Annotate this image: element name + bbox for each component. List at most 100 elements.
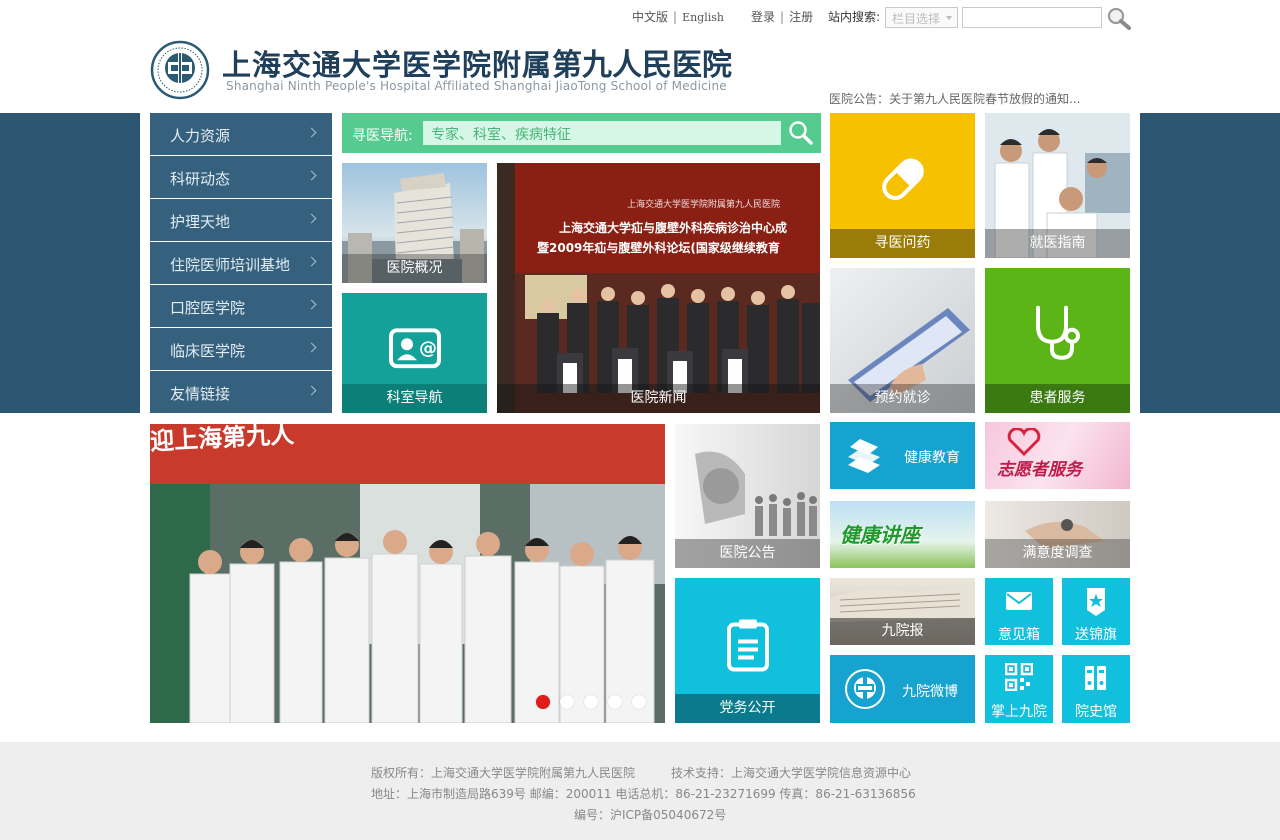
stethoscope-icon bbox=[1035, 305, 1080, 360]
register-link[interactable]: 注册 bbox=[789, 8, 813, 25]
chevron-right-icon bbox=[306, 127, 317, 138]
tile-medical-guide-label: 就医指南 bbox=[985, 229, 1130, 258]
tile-health-education[interactable]: 健康教育 bbox=[830, 422, 975, 489]
hospital-name-affiliation: 上海交通大学医学院附属 bbox=[222, 48, 553, 82]
tile-mobile[interactable]: 掌上九院 bbox=[985, 655, 1053, 723]
sidebar-item-clinical[interactable]: 临床医学院 bbox=[150, 328, 332, 370]
tile-satisfaction-survey-label: 满意度调查 bbox=[985, 539, 1130, 568]
slide-dot-1[interactable] bbox=[536, 695, 550, 709]
sidebar-item-label: 科研动态 bbox=[170, 170, 231, 188]
search-icon bbox=[1107, 7, 1131, 30]
hospital-name-main: 第九人民医院 bbox=[552, 48, 733, 83]
tile-appointment[interactable]: 预约就诊 bbox=[830, 268, 975, 413]
books-icon bbox=[848, 439, 880, 473]
chevron-right-icon bbox=[306, 256, 317, 267]
heart-icon bbox=[1007, 428, 1041, 456]
news-photo-heading-1: 上海交通大学医学院附属第九人民医院 bbox=[627, 200, 781, 210]
sidebar-item-label: 人力资源 bbox=[170, 127, 231, 145]
id-card-icon: @ bbox=[388, 328, 441, 369]
tile-send-banner-label: 送锦旗 bbox=[1075, 627, 1117, 643]
tile-volunteer[interactable]: 志愿者服务 bbox=[985, 422, 1130, 489]
lang-cn-link[interactable]: 中文版 bbox=[632, 8, 668, 25]
chevron-right-icon bbox=[306, 342, 317, 353]
chevron-down-icon bbox=[946, 16, 952, 20]
category-select-value: 栏目选择 bbox=[892, 12, 941, 26]
tile-health-education-label: 健康教育 bbox=[904, 450, 960, 466]
tile-party-affairs[interactable]: 党务公开 bbox=[675, 578, 820, 723]
pill-icon bbox=[881, 158, 924, 200]
sidebar-item-hr[interactable]: 人力资源 bbox=[150, 113, 332, 155]
tile-appointment-label: 预约就诊 bbox=[830, 384, 975, 413]
doctor-search-input[interactable]: 专家、科室、疾病特征 bbox=[423, 121, 781, 145]
hospital-seal-icon bbox=[150, 40, 210, 100]
tile-suggestion-box-label: 意见箱 bbox=[998, 627, 1040, 643]
tile-history-hall[interactable]: 院史馆 bbox=[1062, 655, 1130, 723]
slide-dot-3[interactable] bbox=[584, 695, 598, 709]
category-select[interactable]: 栏目选择 bbox=[885, 7, 958, 28]
sidebar-item-label: 护理天地 bbox=[170, 213, 231, 231]
footer-icp[interactable]: 编号：沪ICP备05040672号 bbox=[574, 806, 726, 823]
footer-support: 技术支持：上海交通大学医学院信息资源中心 bbox=[671, 766, 912, 780]
search-button[interactable] bbox=[1106, 6, 1132, 30]
tile-announcement[interactable]: 医院公告 bbox=[675, 424, 820, 568]
news-photo-heading-2: 上海交通大学疝与腹壁外科疾病诊治中心成 bbox=[559, 221, 788, 235]
hospital-seal-icon bbox=[845, 669, 885, 709]
sidebar-item-label: 住院医师培训基地 bbox=[170, 256, 291, 274]
tile-health-lecture-label: 健康讲座 bbox=[840, 523, 920, 547]
tile-weibo-label: 九院微博 bbox=[902, 684, 958, 700]
footer-address: 地址：上海市制造局路639号 邮编：200011 电话总机：86-21-2327… bbox=[371, 787, 916, 801]
tile-hospital-news[interactable]: 上海交通大学医学院附属第九人民医院 上海交通大学疝与腹壁外科疾病诊治中心成 暨2… bbox=[497, 163, 820, 413]
tile-satisfaction-survey[interactable]: 满意度调查 bbox=[985, 501, 1130, 568]
tile-announcement-label: 医院公告 bbox=[675, 539, 820, 568]
tile-medical-guide[interactable]: 就医指南 bbox=[985, 113, 1130, 258]
sidebar-item-nursing[interactable]: 护理天地 bbox=[150, 199, 332, 241]
slide-dot-2[interactable] bbox=[560, 695, 574, 709]
tile-department-nav[interactable]: @ 科室导航 bbox=[342, 293, 487, 413]
sidebar-item-label: 口腔医学院 bbox=[170, 299, 246, 317]
announcement-ticker[interactable]: 医院公告：关于第九人民医院春节放假的通知... bbox=[829, 90, 1080, 107]
svg-text:@: @ bbox=[419, 338, 437, 359]
news-photo-heading-3: 暨2009年疝与腹壁外科论坛(国家级继续教育 bbox=[537, 241, 780, 255]
sidebar-item-links[interactable]: 友情链接 bbox=[150, 371, 332, 413]
sidebar-item-residency[interactable]: 住院医师培训基地 bbox=[150, 242, 332, 284]
tile-health-lecture[interactable]: 健康讲座 bbox=[830, 501, 975, 568]
binders-icon bbox=[1085, 666, 1106, 690]
tile-history-hall-label: 院史馆 bbox=[1075, 704, 1117, 720]
sidebar-item-research[interactable]: 科研动态 bbox=[150, 156, 332, 198]
tile-find-doctor-label: 寻医问药 bbox=[830, 229, 975, 258]
tile-party-affairs-label: 党务公开 bbox=[675, 694, 820, 723]
chevron-right-icon bbox=[306, 385, 317, 396]
tile-weibo[interactable]: 九院微博 bbox=[830, 655, 975, 723]
tile-department-nav-label: 科室导航 bbox=[342, 384, 487, 413]
qr-code-icon bbox=[1005, 663, 1033, 691]
footer-copyright: 版权所有：上海交通大学医学院附属第九人民医院 bbox=[371, 766, 636, 780]
top-links: 中文版 | English bbox=[632, 8, 724, 25]
tile-newspaper[interactable]: 九院报 bbox=[830, 578, 975, 645]
lang-en-link[interactable]: English bbox=[682, 11, 724, 24]
tile-volunteer-label: 志愿者服务 bbox=[997, 460, 1082, 480]
slideshow[interactable]: 迎上海第九人 bbox=[150, 424, 665, 723]
pennant-icon bbox=[1087, 588, 1105, 616]
sidebar-item-label: 临床医学院 bbox=[170, 342, 246, 360]
tile-patient-service[interactable]: 患者服务 bbox=[985, 268, 1130, 413]
chevron-right-icon bbox=[306, 170, 317, 181]
tile-send-banner[interactable]: 送锦旗 bbox=[1062, 578, 1130, 645]
tile-patient-service-label: 患者服务 bbox=[985, 384, 1130, 413]
slide-dot-4[interactable] bbox=[608, 695, 622, 709]
tile-hospital-overview[interactable]: 医院概况 bbox=[342, 163, 487, 283]
tile-find-doctor[interactable]: 寻医问药 bbox=[830, 113, 975, 258]
tile-hospital-news-label: 医院新闻 bbox=[497, 384, 820, 413]
slide-dot-5[interactable] bbox=[632, 695, 646, 709]
doctor-search-label: 寻医导航: bbox=[352, 128, 413, 144]
account-links: 登录 | 注册 bbox=[751, 8, 814, 25]
tile-suggestion-box[interactable]: 意见箱 bbox=[985, 578, 1053, 645]
tile-mobile-label: 掌上九院 bbox=[991, 704, 1047, 720]
hospital-logo[interactable] bbox=[150, 40, 210, 100]
site-search-input[interactable] bbox=[962, 7, 1102, 28]
tile-newspaper-label: 九院报 bbox=[830, 618, 975, 645]
mail-icon bbox=[1006, 592, 1032, 610]
doctor-search-button[interactable] bbox=[787, 119, 815, 147]
login-link[interactable]: 登录 bbox=[751, 8, 775, 25]
sidebar-item-label: 友情链接 bbox=[170, 385, 231, 403]
sidebar-item-stomatology[interactable]: 口腔医学院 bbox=[150, 285, 332, 327]
